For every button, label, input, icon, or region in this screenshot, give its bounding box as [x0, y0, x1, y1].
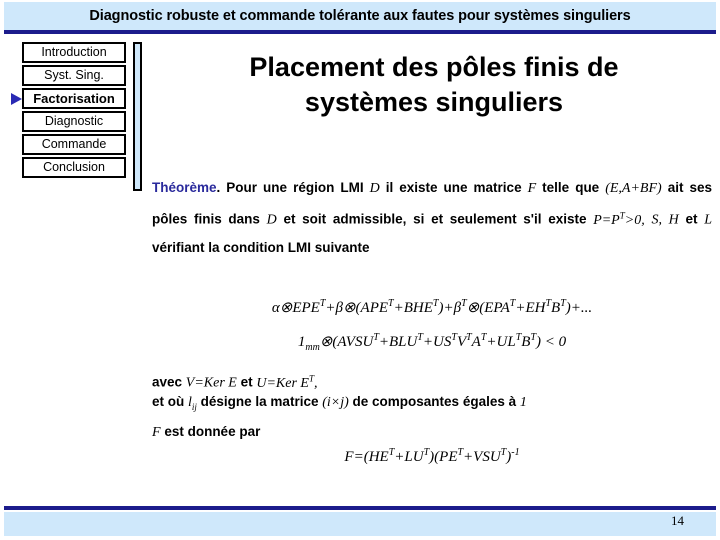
note-etou-lij: lij	[188, 395, 197, 412]
sidebar-item-syst-sing[interactable]: Syst. Sing.	[22, 65, 126, 86]
note-etou: et où lij désigne la matrice (i×j) de co…	[152, 390, 712, 419]
note-etou-mid: désigne la matrice	[196, 394, 323, 409]
equation-3: F=(HET+LUT)(PET+VSUT)-1	[344, 447, 520, 465]
footer-divider-rule	[4, 506, 716, 510]
theorem-text-1: . Pour une région LMI	[216, 180, 370, 195]
sidebar-item-factorisation[interactable]: Factorisation	[11, 88, 126, 109]
theorem-text-7: vérifiant la condition LMI suivante	[152, 239, 370, 255]
theorem-text-3: telle que	[536, 180, 606, 195]
equation-2: 1mm⊗(AVSUT+BLUT+USTVTAT+ULTBT) < 0	[297, 332, 567, 353]
equation-1: α⊗EPET+β⊗(APET+BHET)+βT⊗(EPAT+EHTBT)+...	[271, 298, 593, 316]
theorem-expr-eabf: (E,A+BF)	[605, 181, 662, 196]
slide-title-line-1: Placement des pôles finis de	[249, 52, 619, 82]
note-avec-u: U=Ker ET,	[256, 373, 318, 391]
theorem-var-L: L	[704, 212, 712, 228]
note-f-text: est donnée par	[160, 424, 261, 439]
theorem-text-6: et	[678, 211, 705, 227]
sidebar-item-label: Factorisation	[33, 91, 115, 106]
page-number: 14	[671, 513, 684, 528]
sidebar-item-diagnostic[interactable]: Diagnostic	[22, 111, 126, 132]
sidebar-item-label: Commande	[41, 137, 107, 151]
theorem-var-S: S,	[651, 212, 662, 228]
theorem-keyword: Théorème	[152, 180, 217, 195]
sidebar-item-commande[interactable]: Commande	[22, 134, 126, 155]
note-etou-label: et où	[152, 394, 188, 409]
note-avec-et: et	[236, 374, 257, 390]
sidebar-accent-bar	[133, 42, 142, 191]
right-triangle-arrow-icon	[11, 93, 22, 105]
sidebar-item-conclusion[interactable]: Conclusion	[22, 157, 126, 178]
note-etou-tail: de composantes égales à	[348, 394, 520, 409]
theorem-var-D-1: D	[369, 181, 380, 196]
sidebar-nav: Introduction Syst. Sing. Factorisation D…	[11, 42, 126, 180]
note-f-donnee: F est donnée par	[152, 420, 712, 445]
header-divider-rule	[4, 30, 716, 34]
theorem-expr-p: P=PT>0,	[593, 210, 645, 228]
theorem-text-5: et soit admissible, si et seulement s'il…	[276, 211, 594, 227]
footer-bar	[4, 512, 716, 536]
presentation-title: Diagnostic robuste et commande tolérante…	[89, 8, 631, 24]
note-var-F: F	[152, 425, 161, 440]
note-etou-one: 1	[519, 395, 527, 410]
sidebar-item-label: Conclusion	[43, 160, 105, 174]
slide-body: Théorème. Pour une région LMI D il exist…	[152, 174, 712, 465]
note-avec-v: V=Ker E	[185, 375, 237, 391]
note-avec-label: avec	[152, 374, 186, 390]
header-bar: Diagnostic robuste et commande tolérante…	[4, 2, 716, 30]
theorem-text-2: il existe une matrice	[379, 180, 528, 195]
note-etou-ixj: (i×j)	[322, 395, 349, 410]
theorem-var-F: F	[527, 181, 537, 196]
sidebar-item-label: Introduction	[41, 45, 107, 59]
sidebar-item-introduction[interactable]: Introduction	[22, 42, 126, 63]
sidebar-item-label: Diagnostic	[44, 114, 104, 128]
theorem-var-D-2: D	[266, 212, 277, 228]
theorem-paragraph: Théorème. Pour une région LMI D il exist…	[152, 174, 712, 261]
sidebar-item-label: Syst. Sing.	[44, 68, 104, 82]
slide-title-line-2: systèmes singuliers	[304, 87, 564, 117]
slide-title: Placement des pôles finis de systèmes si…	[160, 50, 708, 120]
theorem-var-H: H	[668, 212, 679, 228]
